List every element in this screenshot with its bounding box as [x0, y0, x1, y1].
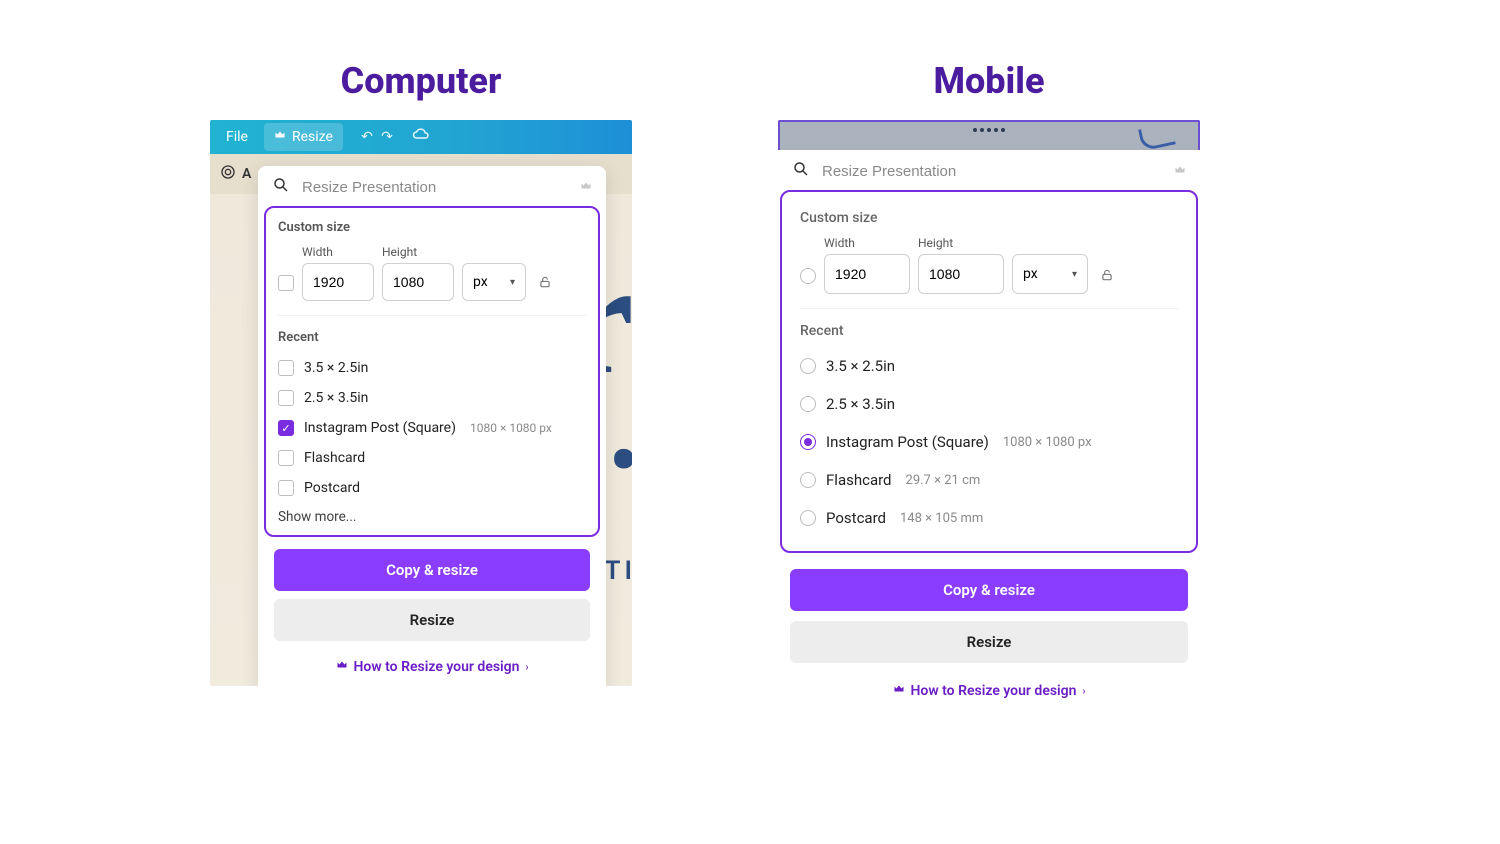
recent-option-label: 2.5 × 3.5in [304, 390, 368, 406]
search-icon [272, 176, 290, 198]
unit-select-label: px [1023, 266, 1038, 282]
recent-option-label: Postcard [826, 509, 886, 527]
height-input[interactable] [382, 263, 454, 301]
recent-option[interactable]: 2.5 × 3.5in [800, 385, 1178, 423]
crown-icon [893, 683, 905, 699]
recent-option[interactable]: ✓ Instagram Post (Square) 1080 × 1080 px [278, 413, 586, 443]
recent-option-label: Instagram Post (Square) [304, 420, 456, 436]
recent-option[interactable]: Flashcard 29.7 × 21 cm [800, 461, 1178, 499]
resize-button[interactable]: Resize [274, 599, 590, 641]
copy-and-resize-button[interactable]: Copy & resize [274, 549, 590, 591]
resize-search-input[interactable] [300, 178, 570, 197]
custom-size-checkbox[interactable] [278, 275, 294, 291]
recent-options-list: 3.5 × 2.5in 2.5 × 3.5in Instagram Post (Sq… [800, 347, 1178, 537]
redo-icon[interactable]: ↷ [377, 129, 397, 145]
checkbox[interactable] [278, 480, 294, 496]
resize-menu[interactable]: Resize [264, 123, 343, 151]
how-to-resize-link[interactable]: How to Resize your design › [790, 673, 1188, 703]
recent-option[interactable]: Postcard [278, 473, 586, 503]
file-menu[interactable]: File [216, 123, 258, 151]
crown-badge-icon [1174, 164, 1186, 179]
computer-screenshot-frame: File Resize ↶ ↷ A r • [210, 120, 632, 686]
crown-icon [336, 659, 348, 675]
custom-size-radio[interactable] [800, 268, 816, 284]
recent-heading: Recent [278, 330, 586, 345]
how-to-resize-link[interactable]: How to Resize your design › [274, 649, 590, 679]
recent-option-label: 3.5 × 2.5in [826, 357, 895, 375]
recent-option-dimensions: 1080 × 1080 px [470, 421, 552, 435]
recent-option-dimensions: 1080 × 1080 px [1003, 435, 1092, 450]
animate-label-fragment: A [242, 166, 251, 182]
width-label: Width [824, 236, 910, 250]
how-to-resize-label: How to Resize your design [354, 659, 520, 675]
width-input[interactable] [824, 254, 910, 294]
recent-option-label: Flashcard [826, 471, 892, 489]
radio[interactable] [800, 434, 816, 450]
width-label: Width [302, 245, 374, 259]
custom-size-heading: Custom size [278, 220, 586, 235]
undo-icon[interactable]: ↶ [357, 129, 377, 145]
radio[interactable] [800, 510, 816, 526]
radio[interactable] [800, 472, 816, 488]
cloud-sync-icon[interactable] [411, 126, 431, 148]
heading-computer: Computer [210, 60, 632, 102]
recent-option[interactable]: 3.5 × 2.5in [278, 353, 586, 383]
chevron-right-icon: › [525, 662, 528, 673]
chevron-down-icon: ▾ [510, 277, 515, 288]
recent-option[interactable]: Instagram Post (Square) 1080 × 1080 px [800, 423, 1178, 461]
recent-option[interactable]: 3.5 × 2.5in [800, 347, 1178, 385]
search-icon [792, 160, 810, 182]
checkbox[interactable] [278, 390, 294, 406]
resize-panel-mobile: Custom size Width Height px ▾ [778, 150, 1200, 717]
crown-badge-icon [580, 180, 592, 195]
height-label: Height [918, 236, 1004, 250]
lock-aspect-icon[interactable] [1096, 267, 1118, 294]
radio[interactable] [800, 396, 816, 412]
height-label: Height [382, 245, 454, 259]
recent-option[interactable]: Flashcard [278, 443, 586, 473]
recent-option-label: Instagram Post (Square) [826, 433, 989, 451]
height-input[interactable] [918, 254, 1004, 294]
chevron-right-icon: › [1082, 686, 1085, 697]
animate-icon[interactable] [220, 164, 236, 184]
recent-option-dimensions: 29.7 × 21 cm [906, 473, 981, 488]
recent-option[interactable]: Postcard 148 × 105 mm [800, 499, 1178, 537]
lock-aspect-icon[interactable] [534, 274, 556, 301]
app-topbar: File Resize ↶ ↷ [210, 120, 632, 154]
resize-panel: Custom size Width Height px [258, 166, 606, 686]
radio[interactable] [800, 358, 816, 374]
recent-options-list: 3.5 × 2.5in 2.5 × 3.5in ✓ Instagram Post (S… [278, 353, 586, 503]
copy-and-resize-button[interactable]: Copy & resize [790, 569, 1188, 611]
unit-select-label: px [473, 274, 488, 290]
width-input[interactable] [302, 263, 374, 301]
heading-mobile: Mobile [778, 60, 1200, 102]
recent-option-dimensions: 148 × 105 mm [900, 511, 983, 526]
custom-size-heading: Custom size [800, 210, 1178, 226]
how-to-resize-label: How to Resize your design [911, 683, 1077, 699]
crown-icon [274, 129, 286, 145]
show-more-link[interactable]: Show more... [278, 503, 586, 525]
checkbox[interactable] [278, 450, 294, 466]
resize-search-input[interactable] [820, 162, 1164, 181]
mobile-canvas-strip [778, 120, 1200, 150]
recent-option-label: 3.5 × 2.5in [304, 360, 368, 376]
recent-option-label: Postcard [304, 480, 360, 496]
recent-option[interactable]: 2.5 × 3.5in [278, 383, 586, 413]
recent-option-label: 2.5 × 3.5in [826, 395, 895, 413]
recent-heading: Recent [800, 323, 1178, 339]
resize-options-box: Custom size Width Height px [264, 206, 600, 537]
unit-select[interactable]: px ▾ [1012, 254, 1088, 294]
unit-select[interactable]: px ▾ [462, 263, 526, 301]
resize-button[interactable]: Resize [790, 621, 1188, 663]
recent-option-label: Flashcard [304, 450, 365, 466]
checkbox[interactable]: ✓ [278, 420, 294, 436]
resize-options-box: Custom size Width Height px ▾ [780, 190, 1198, 553]
chevron-down-icon: ▾ [1072, 269, 1077, 280]
checkbox[interactable] [278, 360, 294, 376]
resize-menu-label: Resize [292, 129, 333, 145]
